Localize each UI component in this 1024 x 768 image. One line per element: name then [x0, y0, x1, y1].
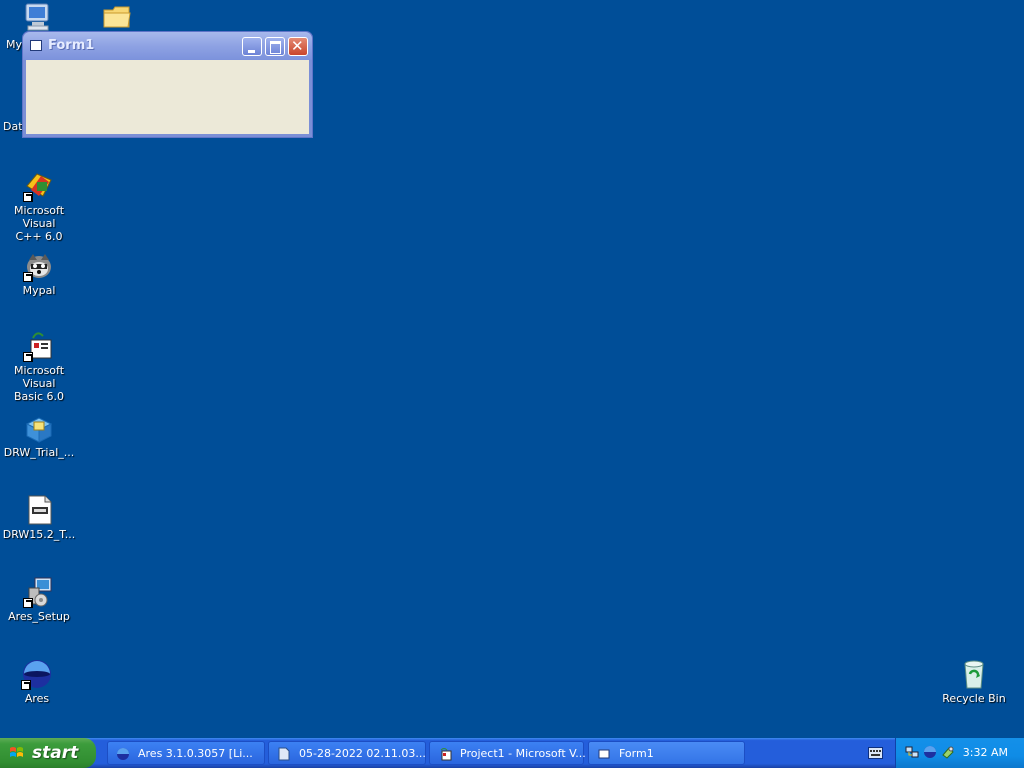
window-title: Form1	[48, 38, 95, 53]
desktop-icon-label: DRW15.2_T...	[2, 528, 76, 541]
recycle-bin-icon	[958, 658, 990, 690]
shortcut-arrow-icon	[21, 680, 31, 690]
document-icon	[278, 747, 290, 761]
desktop-icon-label: My	[6, 38, 23, 51]
taskbar: start Ares 3.1.0.3057 [Li... 05-28-2022 …	[0, 738, 1024, 768]
desktop-icon-label: Ares	[24, 692, 50, 705]
desktop-icon-label: Recycle Bin	[942, 692, 1006, 705]
my-computer-icon	[22, 2, 54, 34]
desktop-icon-drw-trial[interactable]: DRW_Trial_...	[0, 412, 78, 459]
shortcut-arrow-icon	[23, 192, 33, 202]
mypal-icon	[23, 250, 55, 282]
installer-package-icon	[23, 412, 55, 444]
desktop-icon-ares[interactable]: Ares	[0, 658, 76, 705]
ares-icon[interactable]	[923, 745, 937, 759]
desktop-icon-label: Ares_Setup	[8, 610, 70, 623]
minimize-button[interactable]	[242, 37, 262, 56]
form-icon	[598, 749, 610, 759]
desktop-icon-label: Microsoft Visual Basic 6.0	[13, 364, 65, 403]
document-file-icon	[23, 494, 55, 526]
form-icon	[30, 40, 42, 51]
taskbar-item-label: Project1 - Microsoft V...	[460, 747, 586, 760]
network-icon[interactable]	[905, 745, 919, 759]
desktop-icon-visual-basic[interactable]: Microsoft Visual Basic 6.0	[0, 330, 78, 403]
taskbar-item-label: Ares 3.1.0.3057 [Li...	[138, 747, 253, 760]
ares-icon	[21, 658, 53, 690]
taskbar-item-form1[interactable]: Form1	[588, 741, 745, 765]
shortcut-arrow-icon	[23, 598, 33, 608]
form1-window[interactable]: Form1 ✕	[22, 31, 313, 138]
setup-icon	[23, 576, 55, 608]
visual-cpp-icon	[23, 170, 55, 202]
keyboard-icon[interactable]	[868, 747, 883, 759]
maximize-icon	[270, 41, 281, 54]
taskbar-item-label: Form1	[619, 747, 654, 760]
close-button[interactable]: ✕	[288, 37, 308, 56]
taskbar-item-label: 05-28-2022 02.11.03...	[299, 747, 426, 760]
start-button[interactable]: start	[0, 738, 96, 768]
desktop-icon-mypal[interactable]: Mypal	[0, 250, 78, 297]
start-label: start	[32, 743, 79, 763]
desktop-icon-visual-cpp[interactable]: Microsoft Visual C++ 6.0	[0, 170, 78, 243]
window-client-area[interactable]	[26, 60, 309, 134]
taskbar-item-document[interactable]: 05-28-2022 02.11.03...	[268, 741, 426, 765]
desktop-icon-drw15[interactable]: DRW15.2_T...	[0, 494, 78, 541]
visual-basic-icon	[440, 748, 452, 761]
desktop-icon-label: DRW_Trial_...	[3, 446, 75, 459]
system-tray: 3:32 AM	[895, 738, 1024, 768]
desktop-icon-label: Microsoft Visual C++ 6.0	[13, 204, 65, 243]
close-icon: ✕	[291, 37, 304, 55]
desktop-icon-ares-setup[interactable]: Ares_Setup	[0, 576, 78, 623]
ares-icon	[117, 748, 129, 760]
visual-basic-icon	[23, 330, 55, 362]
desktop-icon-label: Dat	[3, 120, 23, 133]
safely-remove-hardware-icon[interactable]	[941, 745, 955, 759]
window-titlebar[interactable]: Form1 ✕	[23, 32, 312, 60]
windows-logo-icon	[10, 747, 23, 757]
clock[interactable]: 3:32 AM	[963, 746, 1008, 759]
taskbar-item-ares[interactable]: Ares 3.1.0.3057 [Li...	[107, 741, 265, 765]
maximize-button[interactable]	[265, 37, 285, 56]
shortcut-arrow-icon	[23, 352, 33, 362]
minimize-icon	[248, 50, 255, 53]
desktop-icon-recycle-bin[interactable]: Recycle Bin	[935, 658, 1013, 705]
desktop-icon-label: Mypal	[22, 284, 56, 297]
shortcut-arrow-icon	[23, 272, 33, 282]
taskbar-item-project1[interactable]: Project1 - Microsoft V...	[429, 741, 586, 765]
